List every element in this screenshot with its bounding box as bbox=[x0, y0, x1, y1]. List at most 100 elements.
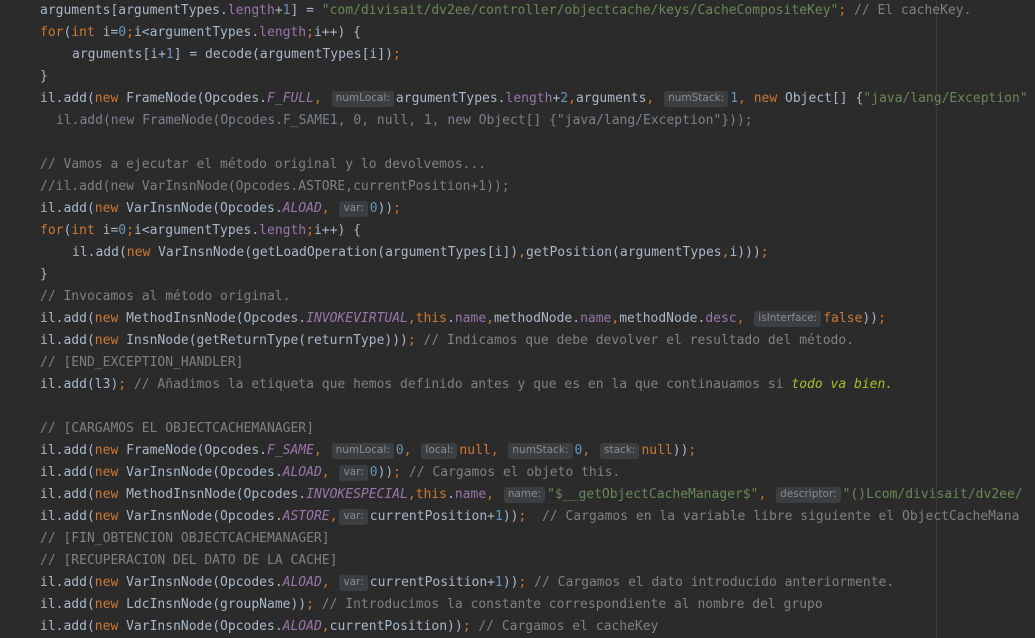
code-editor[interactable]: arguments[argumentTypes.length+1] = "com… bbox=[0, 0, 1035, 638]
code-token: ALOAD bbox=[282, 201, 322, 216]
code-token: ; bbox=[306, 223, 314, 238]
code-line[interactable]: il.add(new FrameNode(Opcodes.F_FULL, num… bbox=[40, 88, 1028, 110]
code-line[interactable]: arguments[i+1] = decode(argumentTypes[i]… bbox=[72, 44, 401, 66]
code-token: i= bbox=[102, 223, 119, 238]
code-token: Object[] { bbox=[785, 91, 864, 106]
code-token: new bbox=[126, 245, 159, 260]
code-token: // Añadimos la etiqueta que hemos defini… bbox=[133, 377, 792, 392]
code-line[interactable]: il.add(new MethodInsnNode(Opcodes.INVOKE… bbox=[40, 308, 886, 330]
code-token: for bbox=[40, 223, 64, 238]
code-token: // Invocamos al método original. bbox=[40, 289, 291, 304]
code-token: ; bbox=[407, 333, 424, 348]
code-token: ALOAD bbox=[282, 465, 322, 480]
code-token: , bbox=[486, 487, 502, 502]
code-line[interactable]: il.add(new InsnNode(getReturnType(return… bbox=[40, 330, 854, 352]
code-token: ALOAD bbox=[282, 619, 322, 634]
code-token: , bbox=[646, 91, 663, 106]
code-token: ; bbox=[126, 223, 134, 238]
code-token: // Vamos a ejecutar el método original y… bbox=[40, 157, 487, 172]
code-line[interactable]: // [END_EXCEPTION_HANDLER] bbox=[40, 352, 244, 374]
code-token: , bbox=[321, 575, 338, 590]
code-line[interactable]: // [FIN_OBTENCION OBJECTCACHEMANAGER] bbox=[40, 528, 330, 550]
code-token: MethodInsnNode(Opcodes. bbox=[126, 487, 307, 502]
code-token: il.add( bbox=[40, 91, 95, 106]
code-token: // Cargamos el dato introducido anterior… bbox=[534, 575, 895, 590]
code-token: VarInsnNode(Opcodes. bbox=[126, 575, 283, 590]
code-token: il.add( bbox=[40, 575, 95, 590]
code-line[interactable]: il.add(new VarInsnNode(Opcodes.ALOAD, va… bbox=[40, 462, 620, 484]
code-line[interactable]: il.add(new VarInsnNode(Opcodes.ALOAD, va… bbox=[40, 198, 401, 220]
code-token: il.add(l3) bbox=[40, 377, 119, 392]
code-token: i<argumentTypes. bbox=[133, 223, 260, 238]
code-token: ; bbox=[306, 25, 314, 40]
code-token: name bbox=[454, 487, 487, 502]
code-token: 0 bbox=[369, 465, 378, 480]
code-line[interactable]: il.add(new VarInsnNode(Opcodes.ASTORE, va… bbox=[40, 506, 1019, 528]
code-line[interactable]: } bbox=[40, 264, 48, 286]
code-token: VarInsnNode(Opcodes. bbox=[126, 619, 283, 634]
code-token: , bbox=[568, 91, 576, 106]
code-token: methodNode. bbox=[493, 311, 581, 326]
code-line[interactable]: //il.add(new VarInsnNode(Opcodes.ASTORE,… bbox=[40, 176, 510, 198]
code-token: methodNode. bbox=[619, 311, 706, 326]
code-token: , bbox=[736, 311, 753, 326]
code-line[interactable]: il.add(new MethodInsnNode(Opcodes.INVOKE… bbox=[40, 484, 1023, 506]
code-token: , bbox=[313, 443, 330, 458]
code-token: // Cargamos el objeto this. bbox=[408, 465, 621, 480]
code-line[interactable]: il.add(new FrameNode(Opcodes.F_SAME, num… bbox=[40, 440, 696, 462]
code-token: i<argumentTypes. bbox=[133, 25, 260, 40]
code-token: int bbox=[71, 25, 103, 40]
code-token: , bbox=[321, 465, 338, 480]
code-token: il.add( bbox=[40, 509, 95, 524]
code-token: il.add( bbox=[40, 619, 95, 634]
code-line[interactable]: // [CARGAMOS EL OBJECTCACHEMANAGER] bbox=[40, 418, 314, 440]
code-token: 0 bbox=[395, 443, 404, 458]
code-token: ; bbox=[118, 377, 134, 392]
code-token: VarInsnNode(Opcodes. bbox=[126, 201, 283, 216]
code-token: 1 bbox=[495, 575, 503, 590]
code-token: , bbox=[490, 443, 507, 458]
code-token: ; bbox=[393, 465, 409, 480]
code-token: F_FULL bbox=[267, 91, 314, 106]
code-token: i++) { bbox=[313, 223, 361, 238]
code-line[interactable]: // Vamos a ejecutar el método original y… bbox=[40, 154, 486, 176]
code-token: , bbox=[321, 619, 330, 634]
code-token: ; bbox=[688, 443, 697, 458]
code-line[interactable]: il.add(new LdcInsnNode(groupName)); // I… bbox=[40, 594, 823, 616]
code-line[interactable]: il.add(new VarInsnNode(getLoadOperation(… bbox=[72, 242, 769, 264]
code-line[interactable]: il.add(new VarInsnNode(Opcodes.ALOAD,cur… bbox=[40, 616, 658, 638]
parameter-hint: var: bbox=[339, 575, 368, 591]
code-token: length bbox=[505, 91, 553, 106]
parameter-hint: numLocal: bbox=[331, 91, 394, 107]
code-token: il.add( bbox=[40, 333, 95, 348]
code-token: il.add( bbox=[40, 443, 95, 458]
code-token: )) bbox=[672, 443, 689, 458]
parameter-hint: numStack: bbox=[508, 443, 573, 459]
code-line[interactable]: il.add(new VarInsnNode(Opcodes.ALOAD, va… bbox=[40, 572, 894, 594]
code-token: new bbox=[94, 201, 127, 216]
parameter-hint: var: bbox=[339, 509, 368, 525]
parameter-hint: local: bbox=[421, 443, 458, 459]
code-line[interactable]: il.add(new FrameNode(Opcodes.F_SAME1, 0,… bbox=[56, 110, 753, 132]
code-line[interactable]: for(int i=0;i<argumentTypes.length;i++) … bbox=[40, 22, 361, 44]
code-token: )) bbox=[377, 201, 394, 216]
code-token: VarInsnNode(Opcodes. bbox=[126, 509, 283, 524]
parameter-hint: descriptor: bbox=[776, 487, 841, 503]
code-token: // Indicamos que debe devolver el result… bbox=[423, 333, 854, 348]
code-token: ASTORE bbox=[282, 509, 330, 524]
code-token: 2 bbox=[560, 91, 569, 106]
code-token: ALOAD bbox=[282, 575, 322, 590]
code-line[interactable]: // [RECUPERACION DEL DATO DE LA CACHE] bbox=[40, 550, 337, 572]
code-line[interactable]: for(int i=0;i<argumentTypes.length;i++) … bbox=[40, 220, 361, 242]
code-token: . bbox=[447, 487, 455, 502]
code-token: , new bbox=[738, 91, 786, 106]
code-token: ; bbox=[760, 245, 769, 260]
code-line[interactable]: il.add(l3); // Añadimos la etiqueta que … bbox=[40, 374, 893, 396]
code-token: //il.add(new VarInsnNode(Opcodes.ASTORE,… bbox=[40, 179, 510, 194]
code-line[interactable]: } bbox=[40, 66, 48, 88]
parameter-hint: var: bbox=[339, 465, 368, 481]
code-token: "com/divisait/dv2ee/controller/objectcac… bbox=[321, 3, 839, 18]
code-line[interactable]: // Invocamos al método original. bbox=[40, 286, 290, 308]
code-line[interactable]: arguments[argumentTypes.length+1] = "com… bbox=[40, 0, 971, 22]
parameter-hint: numLocal: bbox=[331, 443, 394, 459]
